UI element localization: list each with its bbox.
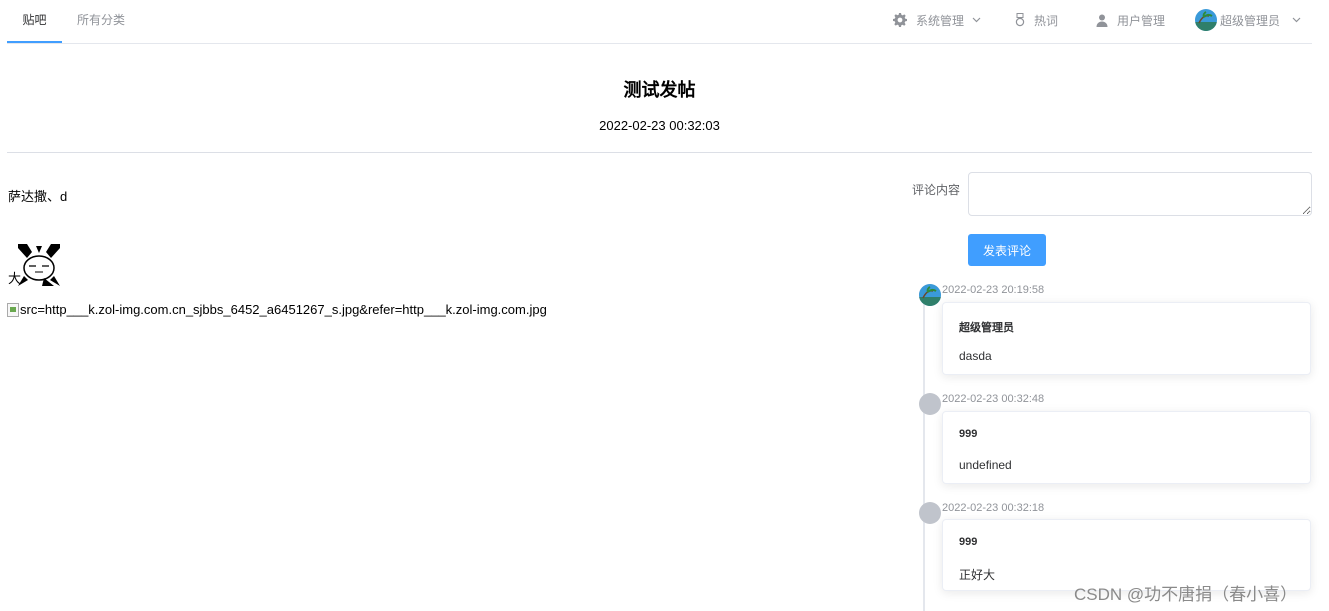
broken-image-icon [7, 302, 19, 317]
post-title: 测试发帖 [623, 80, 696, 100]
comment-input[interactable] [968, 172, 1312, 216]
comment-text: 正好大 [959, 568, 996, 582]
tab-tieba[interactable]: 贴吧 [7, 0, 62, 43]
timeline-node [919, 502, 941, 524]
avatar [919, 284, 941, 306]
broken-image: src=http___k.zol-img.com.cn_sjbbs_6452_a… [7, 302, 547, 317]
comment-time: 2022-02-23 00:32:18 [942, 502, 1045, 514]
gear-icon [893, 13, 907, 27]
account-menu[interactable]: 超级管理员 [1195, 0, 1301, 40]
medal-icon [1015, 13, 1025, 27]
hot-words-label: 热词 [1034, 13, 1059, 28]
user-management-menu[interactable]: 用户管理 [1096, 0, 1165, 40]
emoji-image [18, 244, 61, 286]
comment-card: 超级管理员 dasda [942, 302, 1311, 375]
comment-user: 999 [959, 536, 978, 548]
user-management-label: 用户管理 [1117, 13, 1166, 28]
post-paragraph-with-emoji: 大 [8, 244, 61, 286]
submit-comment-button[interactable]: 发表评论 [968, 234, 1046, 266]
hot-words-menu[interactable]: 热词 [1015, 0, 1058, 40]
timeline-node [919, 393, 941, 415]
chevron-down-icon [1292, 17, 1301, 23]
system-management-menu[interactable]: 系统管理 [893, 0, 981, 40]
post-date: 2022-02-23 00:32:03 [599, 118, 720, 133]
comment-user: 超级管理员 [959, 322, 1014, 334]
tab-all-categories[interactable]: 所有分类 [77, 0, 125, 43]
comment-text: undefined [959, 458, 1012, 472]
broken-image-alt: src=http___k.zol-img.com.cn_sjbbs_6452_a… [20, 302, 547, 317]
chevron-down-icon [972, 17, 981, 23]
comment-label: 评论内容 [912, 183, 961, 197]
account-name: 超级管理员 [1220, 13, 1281, 28]
user-icon [1096, 14, 1108, 27]
system-management-label: 系统管理 [916, 13, 965, 28]
comment-card: 999 undefined [942, 411, 1311, 484]
comment-time: 2022-02-23 00:32:48 [942, 393, 1045, 405]
divider [7, 152, 1312, 153]
post-paragraph: 萨达撒、d [8, 189, 68, 204]
timeline-line [923, 300, 925, 611]
comment-text: dasda [959, 349, 992, 363]
top-nav: 贴吧 所有分类 系统管理 热词 用户管理 超级管理员 [7, 0, 1312, 44]
comment-time: 2022-02-23 20:19:58 [942, 284, 1045, 296]
watermark: CSDN @功不唐捐（春小喜） [1074, 585, 1298, 604]
comment-user: 999 [959, 428, 978, 440]
avatar [1195, 9, 1217, 31]
